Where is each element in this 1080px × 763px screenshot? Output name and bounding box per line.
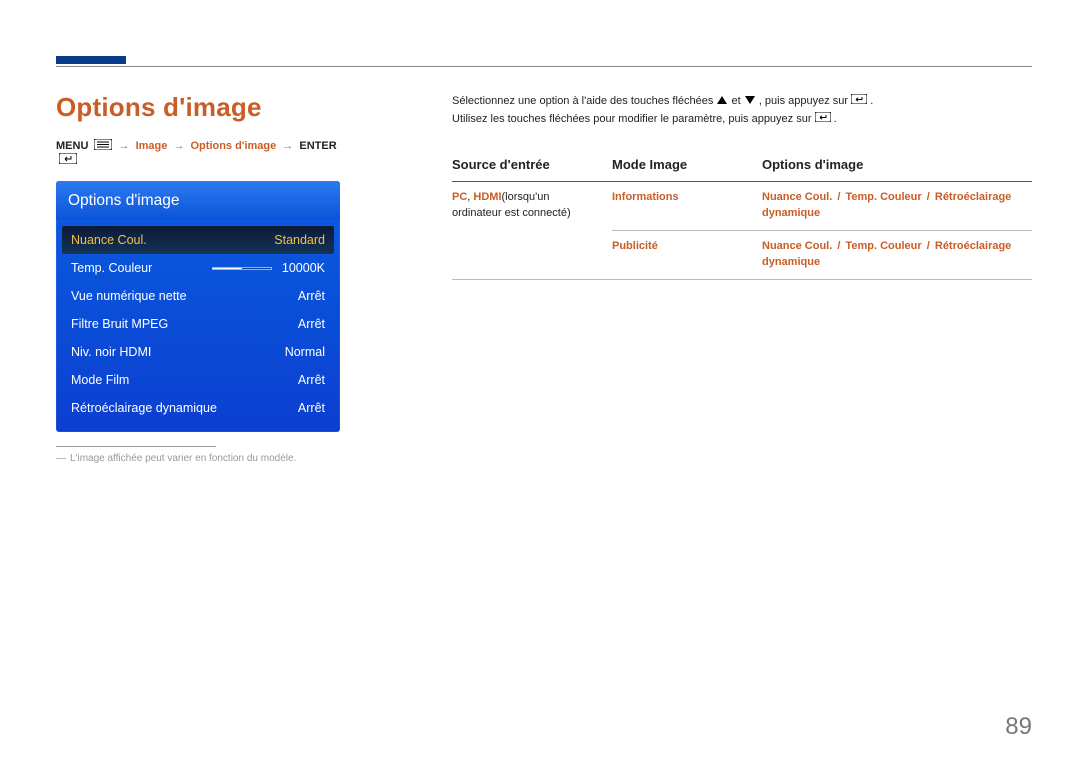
osd-row-value: 10000K (282, 261, 325, 275)
osd-row-label: Vue numérique nette (71, 289, 298, 303)
instruction-line-1: Sélectionnez une option à l'aide des tou… (452, 92, 1032, 110)
breadcrumb-menu: MENU (56, 140, 88, 152)
osd-row-vue-numerique[interactable]: Vue numérique nette Arrêt (62, 282, 334, 310)
arrow-icon: → (170, 140, 187, 152)
osd-row-label: Rétroéclairage dynamique (71, 401, 298, 415)
osd-menu-title: Options d'image (56, 181, 340, 220)
osd-row-mode-film[interactable]: Mode Film Arrêt (62, 366, 334, 394)
caption: ―L'image affichée peut varier en fonctio… (56, 453, 340, 464)
menu-icon (94, 139, 112, 153)
instructions: Sélectionnez une option à l'aide des tou… (452, 92, 1032, 128)
instruction-line-2: Utilisez les touches fléchées pour modif… (452, 110, 1032, 128)
osd-row-value: Arrêt (298, 401, 325, 415)
table-cell-options: Nuance Coul. / Temp. Couleur / Rétroécla… (762, 231, 1032, 280)
breadcrumb-image: Image (136, 140, 168, 152)
down-arrow-icon (745, 96, 755, 104)
osd-row-nuance-coul[interactable]: Nuance Coul. Standard (62, 226, 334, 254)
osd-row-label: Temp. Couleur (71, 261, 212, 275)
manual-page: Options d'image MENU → Image → Options d… (0, 0, 1080, 763)
left-column: Options d'image MENU → Image → Options d… (56, 92, 340, 464)
up-arrow-icon (717, 96, 727, 104)
osd-row-value: Arrêt (298, 289, 325, 303)
osd-row-value: Normal (285, 345, 325, 359)
enter-icon (815, 110, 831, 128)
table-cell-options: Nuance Coul. / Temp. Couleur / Rétroécla… (762, 182, 1032, 231)
osd-menu-body: Nuance Coul. Standard Temp. Couleur 1000… (56, 220, 340, 432)
table-header-options: Options d'image (762, 150, 1032, 182)
osd-row-label: Filtre Bruit MPEG (71, 317, 298, 331)
breadcrumb-enter: ENTER (299, 140, 336, 152)
options-table: Source d'entrée Mode Image Options d'ima… (452, 150, 1032, 280)
arrow-icon: → (279, 140, 296, 152)
osd-row-value: Standard (274, 233, 325, 247)
osd-row-niv-noir-hdmi[interactable]: Niv. noir HDMI Normal (62, 338, 334, 366)
osd-row-retroeclairage[interactable]: Rétroéclairage dynamique Arrêt (62, 394, 334, 422)
content-columns: Options d'image MENU → Image → Options d… (56, 92, 1032, 464)
osd-row-value: Arrêt (298, 317, 325, 331)
slider-icon (212, 267, 272, 270)
enter-icon (851, 92, 867, 110)
arrow-icon: → (116, 140, 133, 152)
header-rule (56, 66, 1032, 67)
osd-row-temp-couleur[interactable]: Temp. Couleur 10000K (62, 254, 334, 282)
osd-row-value: Arrêt (298, 373, 325, 387)
caption-rule (56, 446, 216, 447)
table-cell-mode: Informations (612, 182, 762, 231)
right-column: Sélectionnez une option à l'aide des tou… (452, 92, 1032, 464)
page-number: 89 (1005, 713, 1032, 741)
table-cell-mode: Publicité (612, 231, 762, 280)
osd-row-label: Nuance Coul. (71, 233, 274, 247)
osd-menu: Options d'image Nuance Coul. Standard Te… (56, 181, 340, 432)
breadcrumb: MENU → Image → Options d'image → ENTER (56, 139, 340, 167)
caption-text: L'image affichée peut varier en fonction… (70, 453, 296, 464)
page-title: Options d'image (56, 92, 340, 123)
osd-row-label: Mode Film (71, 373, 298, 387)
enter-icon (59, 153, 77, 167)
table-header-source: Source d'entrée (452, 150, 612, 182)
breadcrumb-options: Options d'image (191, 140, 277, 152)
osd-row-filtre-bruit[interactable]: Filtre Bruit MPEG Arrêt (62, 310, 334, 338)
table-header-mode: Mode Image (612, 150, 762, 182)
table-cell-source: PC, HDMI(lorsqu'un ordinateur est connec… (452, 182, 612, 280)
header-accent-bar (56, 56, 126, 64)
osd-row-label: Niv. noir HDMI (71, 345, 285, 359)
